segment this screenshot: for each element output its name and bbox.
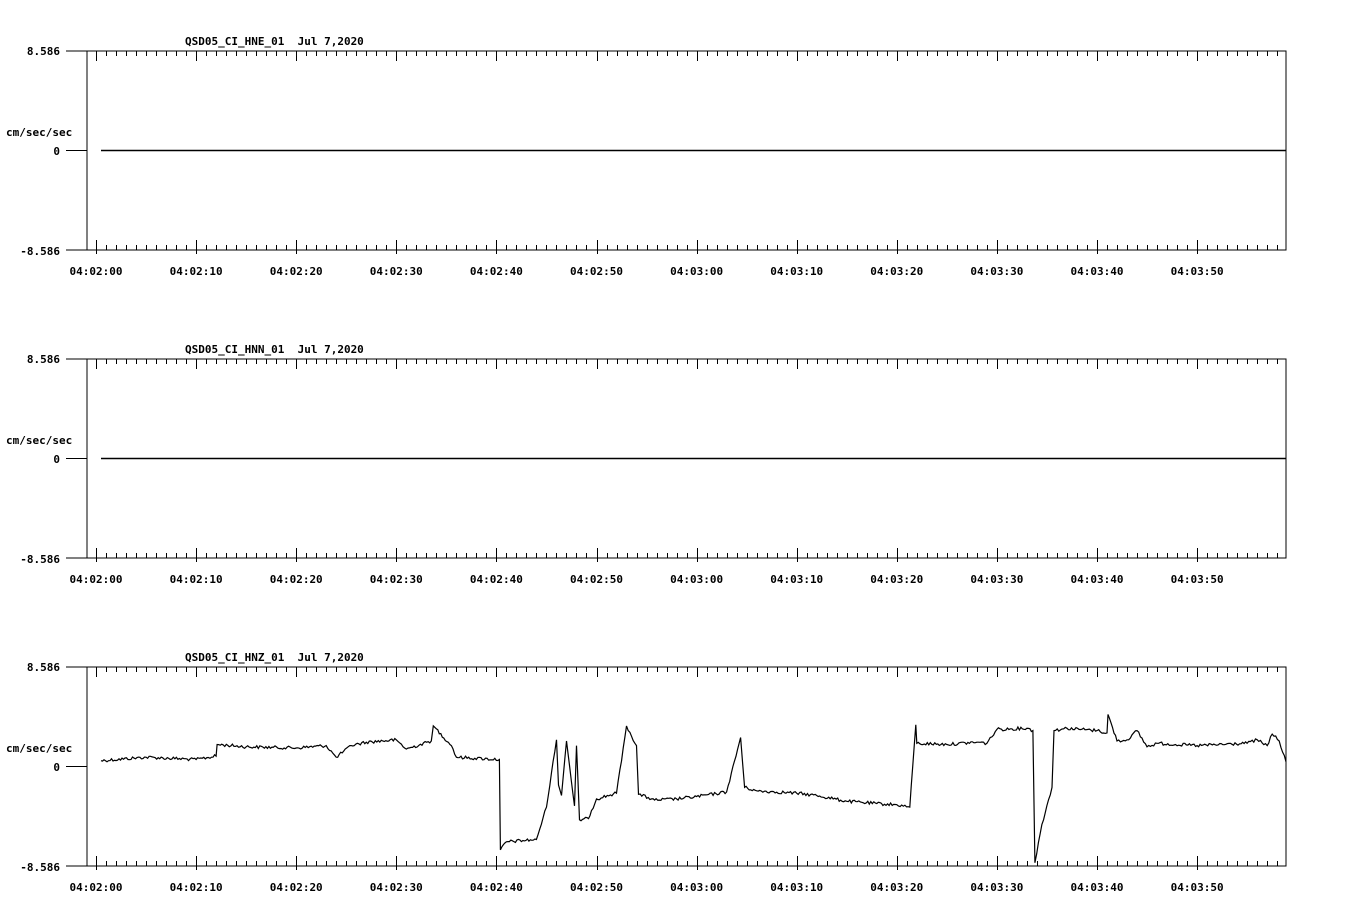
x-tick-label: 04:03:10 [770,573,823,586]
x-axis-ticks [66,358,1278,562]
x-tick-label: 04:03:50 [1171,573,1224,586]
x-tick-label: 04:02:20 [270,573,323,586]
x-tick-label: 04:03:10 [770,881,823,894]
panel-title: QSD05_CI_HNZ_01 Jul 7,2020 [185,651,364,664]
x-axis-tick-labels: 04:02:00 04:02:10 04:02:20 04:02:30 04:02:40… [70,573,1224,586]
y-tick-label-top: 8.586 [27,45,60,58]
x-tick-label: 04:03:50 [1171,881,1224,894]
x-axis-ticks [66,666,1278,870]
x-tick-label: 04:02:40 [470,573,523,586]
x-tick-label: 04:02:50 [570,881,623,894]
panel-title: QSD05_CI_HNN_01 Jul 7,2020 [185,343,364,356]
y-tick-label-bottom: -8.586 [20,861,60,874]
x-tick-label: 04:02:20 [270,881,323,894]
x-tick-label: 04:03:40 [1071,265,1124,278]
x-tick-label: 04:02:10 [170,573,223,586]
x-tick-label: 04:02:10 [170,881,223,894]
x-tick-label: 04:03:40 [1071,573,1124,586]
x-tick-label: 04:03:50 [1171,265,1224,278]
y-axis-label: cm/sec/sec [6,434,72,447]
x-tick-label: 04:03:20 [870,573,923,586]
x-tick-label: 04:02:30 [370,881,423,894]
x-tick-label: 04:03:20 [870,265,923,278]
panel-hnz: QSD05_CI_HNZ_01 Jul 7,2020 cm/sec/sec 8.… [6,651,1287,894]
x-axis-ticks [66,50,1278,254]
y-axis-label: cm/sec/sec [6,742,72,755]
x-tick-label: 04:03:10 [770,265,823,278]
x-tick-label: 04:02:50 [570,265,623,278]
seismogram-figure: QSD05_CI_HNE_01 Jul 7,2020 cm/sec/sec 8.… [6,35,1287,894]
x-tick-label: 04:02:00 [70,881,123,894]
trace-line [100,714,1287,863]
plot-frame [86,666,1287,867]
y-tick-label-bottom: -8.586 [20,245,60,258]
y-tick-label-top: 8.586 [27,661,60,674]
panel-hnn: QSD05_CI_HNN_01 Jul 7,2020 cm/sec/sec 8.… [6,343,1287,586]
y-tick-label-top: 8.586 [27,353,60,366]
panel-hne: QSD05_CI_HNE_01 Jul 7,2020 cm/sec/sec 8.… [6,35,1287,278]
y-tick-label-zero: 0 [53,453,60,466]
x-tick-label: 04:03:00 [670,265,723,278]
x-tick-label: 04:02:30 [370,573,423,586]
x-tick-label: 04:02:40 [470,881,523,894]
panel-title: QSD05_CI_HNE_01 Jul 7,2020 [185,35,364,48]
x-tick-label: 04:03:30 [970,265,1023,278]
x-tick-label: 04:02:40 [470,265,523,278]
x-tick-label: 04:02:10 [170,265,223,278]
x-tick-label: 04:02:00 [70,573,123,586]
x-tick-label: 04:03:40 [1071,881,1124,894]
x-tick-label: 04:02:50 [570,573,623,586]
x-axis-tick-labels: 04:02:00 04:02:10 04:02:20 04:02:30 04:02:40… [70,265,1224,278]
x-tick-label: 04:03:20 [870,881,923,894]
y-tick-label-zero: 0 [53,145,60,158]
x-tick-label: 04:02:30 [370,265,423,278]
y-tick-label-zero: 0 [53,761,60,774]
x-tick-label: 04:02:20 [270,265,323,278]
y-axis-label: cm/sec/sec [6,126,72,139]
x-axis-tick-labels: 04:02:00 04:02:10 04:02:20 04:02:30 04:02:40… [70,881,1224,894]
x-tick-label: 04:03:00 [670,881,723,894]
x-tick-label: 04:03:00 [670,573,723,586]
x-tick-label: 04:03:30 [970,881,1023,894]
x-tick-label: 04:02:00 [70,265,123,278]
x-tick-label: 04:03:30 [970,573,1023,586]
y-tick-label-bottom: -8.586 [20,553,60,566]
